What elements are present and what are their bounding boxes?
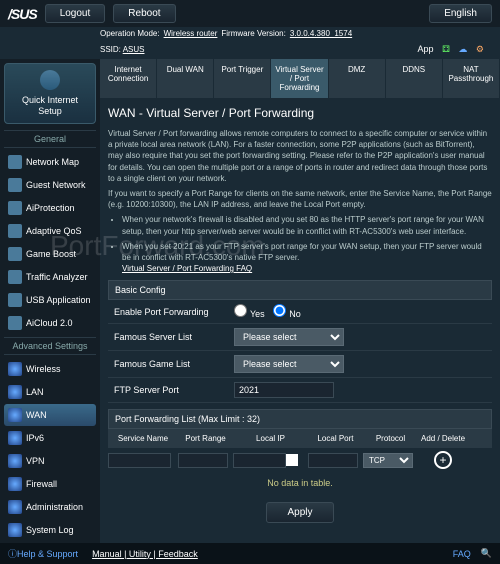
basic-config-header: Basic Config [108,280,492,300]
sidebar-item-aicloud-2.0[interactable]: AiCloud 2.0 [4,312,96,334]
sidebar-item-firewall[interactable]: Firewall [4,473,96,495]
nav-icon [8,362,22,376]
ssid-label: SSID: [100,45,121,54]
search-icon[interactable]: 🔍 [481,548,492,559]
sidebar-item-guest-network[interactable]: Guest Network [4,174,96,196]
local-port-input[interactable] [308,453,358,468]
nav-icon [8,178,22,192]
fw-label: Firmware Version: [221,29,285,38]
info-row-2: SSID: ASUS App ⚃ ☁ ⚙ [0,40,500,59]
tab-virtual-server-port-forwarding[interactable]: Virtual Server / Port Forwarding [271,59,328,98]
sidebar-item-vpn[interactable]: VPN [4,450,96,472]
nav-icon [8,431,22,445]
add-button[interactable]: + [434,451,452,469]
nav-icon [8,454,22,468]
fgl-label: Famous Game List [114,359,234,369]
info-row-1: Operation Mode: Wireless router Firmware… [0,27,500,40]
nav-icon [8,500,22,514]
nav-icon [8,477,22,491]
no-data-message: No data in table. [108,472,492,494]
sidebar: Quick Internet Setup General Network Map… [0,59,100,557]
apply-button[interactable]: Apply [266,502,333,523]
logout-button[interactable]: Logout [45,4,106,23]
footer-links[interactable]: Manual | Utility | Feedback [92,549,198,559]
enable-label: Enable Port Forwarding [114,307,234,317]
sidebar-item-system-log[interactable]: System Log [4,519,96,541]
tab-internet-connection[interactable]: Internet Connection [100,59,157,98]
sidebar-item-adaptive-qos[interactable]: Adaptive QoS [4,220,96,242]
nav-icon [8,385,22,399]
tab-ddns[interactable]: DDNS [386,59,443,98]
ftp-label: FTP Server Port [114,385,234,395]
enable-no-radio[interactable] [273,304,286,317]
ssid-link[interactable]: ASUS [123,45,145,54]
topbar: /SUS Logout Reboot English [0,0,500,27]
section-advanced: Advanced Settings [4,337,96,355]
ip-dropdown-icon[interactable]: ▼ [286,454,298,466]
sidebar-item-lan[interactable]: LAN [4,381,96,403]
nav-icon [8,270,22,284]
app-icon-1[interactable]: ⚃ [442,44,450,54]
tab-nat-passthrough[interactable]: NAT Passthrough [443,59,500,98]
qis-icon [40,70,60,90]
local-ip-input[interactable] [233,453,286,468]
nav-icon [8,293,22,307]
sidebar-item-aiprotection[interactable]: AiProtection [4,197,96,219]
language-button[interactable]: English [429,4,492,23]
nav-icon [8,523,22,537]
sidebar-item-game-boost[interactable]: Game Boost [4,243,96,265]
quick-internet-setup[interactable]: Quick Internet Setup [4,63,96,124]
nav-icon [8,201,22,215]
fsl-label: Famous Server List [114,332,234,342]
op-mode-label: Operation Mode: [100,29,160,38]
nav-icon [8,408,22,422]
faq-link[interactable]: Virtual Server / Port Forwarding FAQ [122,264,252,273]
section-general: General [4,130,96,148]
famous-server-select[interactable]: Please select [234,328,344,346]
content: Internet ConnectionDual WANPort TriggerV… [100,59,500,557]
reboot-button[interactable]: Reboot [113,4,175,23]
sidebar-item-wireless[interactable]: Wireless [4,358,96,380]
fw-link[interactable]: 3.0.0.4.380_1574 [290,29,352,38]
tab-dual-wan[interactable]: Dual WAN [157,59,214,98]
service-name-input[interactable] [108,453,171,468]
table-input-row: ▼ TCP + [108,448,492,472]
nav-icon [8,316,22,330]
tab-port-trigger[interactable]: Port Trigger [214,59,271,98]
famous-game-select[interactable]: Please select [234,355,344,373]
table-header: Service Name Port Range Local IP Local P… [108,429,492,448]
sidebar-item-traffic-analyzer[interactable]: Traffic Analyzer [4,266,96,288]
ftp-port-input[interactable] [234,382,334,398]
help-support[interactable]: Help & Support [17,549,78,559]
sidebar-item-administration[interactable]: Administration [4,496,96,518]
tabs: Internet ConnectionDual WANPort TriggerV… [100,59,500,98]
nav-icon [8,224,22,238]
op-mode-link[interactable]: Wireless router [164,29,218,38]
logo: /SUS [8,6,37,22]
sidebar-item-usb-application[interactable]: USB Application [4,289,96,311]
app-icons: App ⚃ ☁ ⚙ [404,42,492,57]
description: Virtual Server / Port forwarding allows … [108,128,492,274]
nav-icon [8,247,22,261]
sidebar-item-ipv6[interactable]: IPv6 [4,427,96,449]
footer: ⓘ Help & Support Manual | Utility | Feed… [0,543,500,564]
app-icon-3[interactable]: ⚙ [476,44,484,54]
enable-yes-radio[interactable] [234,304,247,317]
pf-list-header: Port Forwarding List (Max Limit : 32) [108,409,492,429]
tab-dmz[interactable]: DMZ [329,59,386,98]
page-title: WAN - Virtual Server / Port Forwarding [108,106,492,120]
port-range-input[interactable] [178,453,228,468]
footer-faq[interactable]: FAQ [453,549,471,559]
app-icon-2[interactable]: ☁ [458,44,467,54]
sidebar-item-network-map[interactable]: Network Map [4,151,96,173]
nav-icon [8,155,22,169]
protocol-select[interactable]: TCP [363,453,413,468]
sidebar-item-wan[interactable]: WAN [4,404,96,426]
